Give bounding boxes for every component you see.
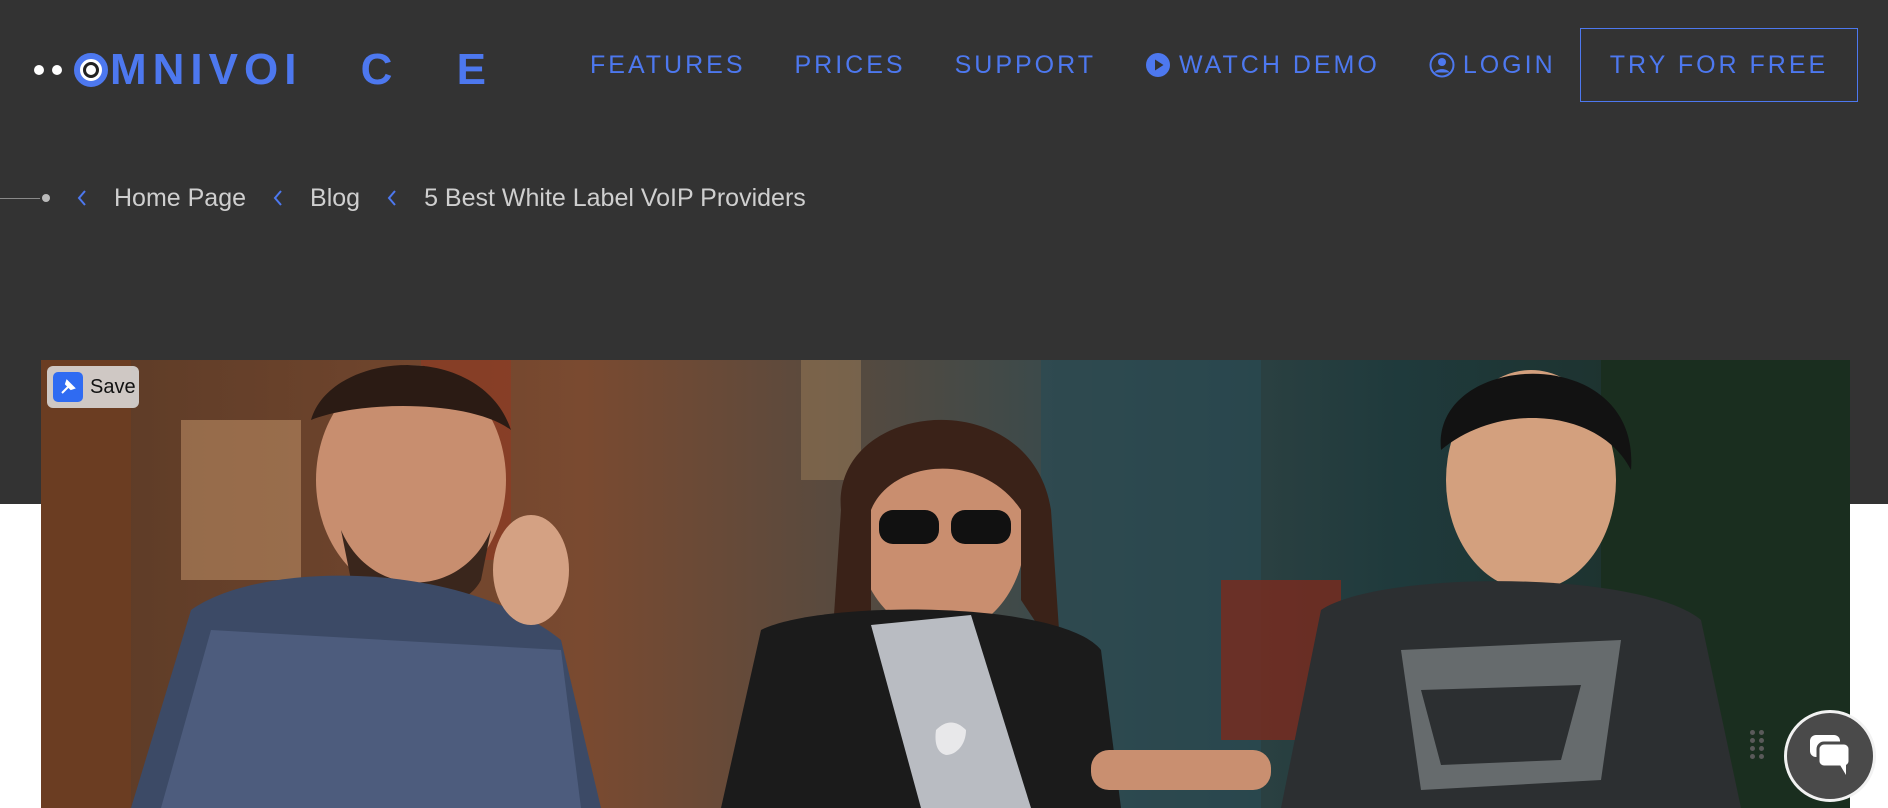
user-circle-icon [1429, 52, 1455, 78]
nav-prices-label: PRICES [794, 50, 906, 79]
chevron-left-icon [386, 189, 398, 207]
main-navigation: FEATURES PRICES SUPPORT WATCH DEMO LOGIN [590, 28, 1605, 102]
breadcrumb-blog-link[interactable]: Blog [310, 184, 360, 213]
breadcrumb: Home Page Blog 5 Best White Label VoIP P… [0, 182, 806, 214]
omnivoice-logo[interactable]: MNIVOI C E [34, 46, 512, 94]
logo-text: MNIVOI C E [110, 45, 513, 94]
nav-features-label: FEATURES [590, 50, 746, 79]
breadcrumb-line [0, 197, 40, 199]
breadcrumb-dot [42, 194, 50, 202]
try-for-free-button[interactable]: TRY FOR FREE [1580, 28, 1858, 102]
nav-support-label: SUPPORT [954, 50, 1096, 79]
breadcrumb-current-page: 5 Best White Label VoIP Providers [424, 183, 806, 212]
chat-widget-button[interactable] [1784, 710, 1876, 802]
drag-handle-icon[interactable] [1750, 730, 1768, 778]
logo-ring-icon [74, 53, 108, 87]
nav-prices[interactable]: PRICES [795, 51, 906, 80]
hero-photo [41, 360, 1850, 808]
save-button[interactable]: Save [47, 366, 139, 408]
nav-watch-demo[interactable]: WATCH DEMO [1145, 51, 1380, 80]
save-label: Save [90, 375, 136, 398]
logo-dot [34, 65, 44, 75]
chevron-left-icon [76, 189, 88, 207]
play-circle-icon [1146, 53, 1170, 77]
nav-features[interactable]: FEATURES [590, 51, 746, 80]
chat-bubbles-icon [1810, 735, 1852, 775]
nav-login-label: LOGIN [1462, 50, 1556, 79]
logo-dot [52, 65, 62, 75]
nav-support[interactable]: SUPPORT [955, 51, 1096, 80]
breadcrumb-home-link[interactable]: Home Page [114, 184, 246, 213]
nav-login[interactable]: LOGIN [1429, 51, 1556, 80]
pin-icon [53, 372, 83, 402]
chevron-left-icon [272, 189, 284, 207]
nav-watch-demo-label: WATCH DEMO [1179, 50, 1380, 79]
